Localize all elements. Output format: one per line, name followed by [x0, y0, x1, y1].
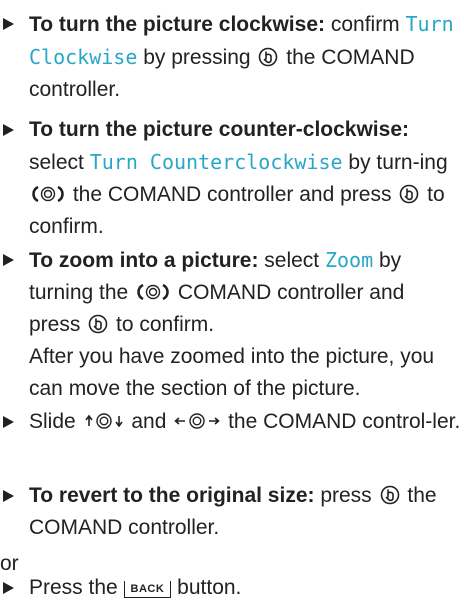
triangle-bullet-icon	[3, 18, 14, 30]
menu-item-zoom: Zoom	[324, 248, 374, 272]
back-button-key: BACK	[123, 581, 172, 598]
turn-controller-icon	[32, 185, 64, 203]
instruction-heading: To revert to the original size:	[29, 484, 315, 507]
instruction-turn-counterclockwise: To turn the picture counter-clockwise: s…	[0, 114, 464, 243]
instruction-zoom: To zoom into a picture: select Zoom by t…	[0, 244, 464, 405]
instruction-turn-clockwise: To turn the picture clockwise: confirm T…	[0, 8, 464, 106]
menu-item-turn-counterclockwise: Turn Counterclockwise	[89, 150, 343, 174]
instruction-heading: To turn the picture clockwise:	[29, 13, 325, 36]
press-controller-icon	[259, 47, 278, 67]
triangle-bullet-icon	[3, 490, 14, 502]
slide-left-right-icon	[174, 413, 220, 429]
instruction-press-back: Press the BACK button.	[0, 572, 464, 604]
triangle-bullet-icon	[3, 254, 14, 266]
press-controller-icon	[380, 485, 399, 505]
triangle-bullet-icon	[3, 582, 14, 594]
zoom-note: After you have zoomed into the picture, …	[29, 345, 435, 400]
triangle-bullet-icon	[3, 416, 14, 428]
press-controller-icon	[399, 184, 419, 204]
press-controller-icon	[88, 314, 108, 334]
instruction-revert-size: To revert to the original size: press th…	[0, 480, 464, 544]
manual-page: To turn the picture clockwise: confirm T…	[0, 0, 464, 603]
slide-up-down-icon	[84, 413, 123, 429]
instruction-slide: Slide and the COMAND control-ler.	[0, 406, 464, 438]
triangle-bullet-icon	[3, 124, 14, 136]
instruction-heading: To turn the picture counter-clockwise:	[29, 118, 409, 141]
instruction-heading: To zoom into a picture:	[29, 249, 259, 272]
turn-controller-icon	[137, 283, 169, 301]
